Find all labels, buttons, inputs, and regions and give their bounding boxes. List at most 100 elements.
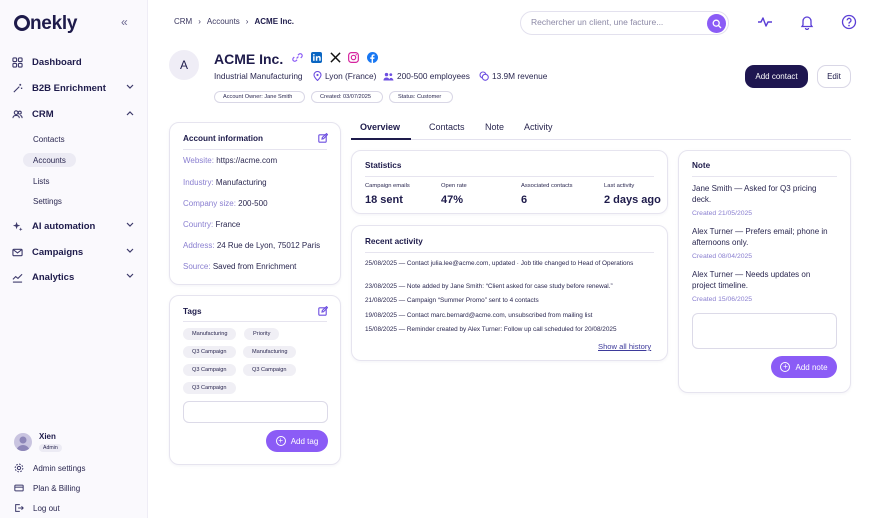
location-meta: Lyon (France): [313, 71, 376, 81]
nav-dashboard[interactable]: Dashboard: [12, 53, 136, 71]
tag-chip[interactable]: Q3 Campaign: [183, 346, 236, 358]
nav-label: Analytics: [32, 271, 75, 283]
tag-chip[interactable]: Q3 Campaign: [243, 364, 296, 376]
search-input[interactable]: [531, 17, 701, 27]
card-title: Tags: [183, 307, 202, 316]
logo[interactable]: nekly: [14, 13, 77, 35]
add-contact-button[interactable]: Add contact: [745, 65, 808, 88]
stat-label: Open rate: [441, 183, 467, 189]
collapse-sidebar-icon[interactable]: «: [121, 15, 128, 29]
stat-value: 2 days ago: [604, 194, 661, 206]
nav-label: Campaigns: [32, 246, 84, 258]
employees-text: 200-500 employees: [397, 71, 470, 81]
tab-contacts[interactable]: Contacts: [429, 122, 465, 132]
tabs-divider: [351, 139, 851, 140]
company-name: ACME Inc.: [214, 51, 284, 67]
breadcrumb-separator-icon: ›: [245, 17, 249, 26]
field-value: Manufacturing: [215, 178, 267, 187]
nav-campaigns[interactable]: Campaigns: [12, 243, 136, 261]
field-label: Source:: [183, 262, 211, 271]
activity-item: 21/08/2025 — Campaign “Summer Promo” sen…: [365, 297, 539, 304]
mail-icon: [12, 248, 23, 256]
search-bar: [520, 11, 729, 35]
search-icon: [712, 19, 721, 28]
logout-link[interactable]: Log out: [14, 501, 60, 515]
note-text: Alex Turner — Prefers email; phone in af…: [692, 227, 828, 247]
admin-settings-link[interactable]: Admin settings: [14, 461, 85, 475]
grid-icon: [12, 56, 23, 68]
tag-chip[interactable]: Manufacturing: [183, 328, 237, 340]
stat-label: Last activity: [604, 183, 635, 189]
user-name: Xien: [39, 432, 56, 441]
tab-overview[interactable]: Overview: [360, 122, 400, 132]
coins-icon: [479, 71, 489, 81]
sidebar-item-accounts[interactable]: Accounts: [23, 153, 76, 167]
tab-activity[interactable]: Activity: [524, 122, 553, 132]
logo-mark-icon: [14, 15, 30, 31]
sidebar-item-lists[interactable]: Lists: [23, 174, 59, 188]
chart-icon: [12, 273, 23, 283]
avatar[interactable]: [14, 433, 32, 451]
link-icon[interactable]: [292, 52, 303, 63]
plan-billing-link[interactable]: Plan & Billing: [14, 481, 80, 495]
sparkle-icon: [12, 221, 23, 231]
tag-chip[interactable]: Q3 Campaign: [183, 382, 236, 394]
help-icon[interactable]: [841, 14, 857, 30]
field-website: Website: https://acme.com: [183, 156, 277, 165]
activity-item: 19/08/2025 — Contact marc.bernard@acme.c…: [365, 312, 593, 319]
stat-label: Campaign emails: [365, 183, 410, 189]
breadcrumb-accounts[interactable]: Accounts: [207, 17, 240, 26]
note-text: Alex Turner — Needs updates on project t…: [692, 270, 811, 290]
tag-chip[interactable]: Priority: [244, 328, 280, 340]
linkedin-icon[interactable]: [311, 52, 322, 63]
chevron-up-icon: [126, 111, 134, 116]
stat-value: 6: [521, 194, 528, 206]
activity-item: 15/08/2025 — Reminder created by Alex Tu…: [365, 326, 617, 333]
industry-meta: Industrial Manufacturing: [214, 71, 303, 81]
tab-note[interactable]: Note: [485, 122, 504, 132]
nav-b2b-enrichment[interactable]: B2B Enrichment: [12, 79, 136, 97]
instagram-icon[interactable]: [348, 52, 359, 63]
edit-icon[interactable]: [318, 306, 328, 316]
breadcrumb: CRM › Accounts › ACME Inc.: [174, 17, 294, 26]
chevron-down-icon: [126, 222, 134, 227]
users-icon: [12, 109, 23, 118]
card-title: Account information: [183, 134, 264, 143]
tag-chip[interactable]: Manufacturing: [243, 346, 297, 358]
breadcrumb-crm[interactable]: CRM: [174, 17, 192, 26]
add-note-button[interactable]: + Add note: [771, 356, 837, 378]
nav-label: CRM: [32, 108, 54, 120]
edit-button[interactable]: Edit: [817, 65, 851, 88]
nav-label: Dashboard: [32, 56, 82, 68]
activity-pulse-icon[interactable]: [757, 14, 773, 30]
divider: [365, 176, 654, 177]
bell-icon[interactable]: [799, 14, 815, 30]
facebook-icon[interactable]: [367, 52, 378, 63]
nav-ai-automation[interactable]: AI automation: [12, 217, 136, 235]
magic-wand-icon: [13, 83, 23, 93]
revenue-text: 13.9M revenue: [492, 71, 548, 81]
x-twitter-icon[interactable]: [330, 52, 341, 63]
sidebar-item-settings[interactable]: Settings: [23, 194, 72, 208]
show-all-history-link[interactable]: Show all history: [598, 342, 651, 351]
credit-card-icon: [14, 484, 24, 492]
nav-label: B2B Enrichment: [32, 82, 106, 94]
stat-value: 47%: [441, 194, 464, 206]
nav-analytics[interactable]: Analytics: [12, 268, 136, 286]
search-button[interactable]: [707, 14, 726, 33]
edit-icon[interactable]: [318, 133, 328, 143]
role-badge: Admin: [39, 444, 62, 452]
tag-chip[interactable]: Q3 Campaign: [183, 364, 236, 376]
card-title: Note: [692, 161, 711, 170]
add-tag-button[interactable]: + Add tag: [266, 430, 328, 452]
sidebar-item-contacts[interactable]: Contacts: [23, 132, 75, 146]
activity-item: 25/08/2025 — Contact julia.lee@acme.com,…: [365, 260, 634, 267]
note-card: Note Jane Smith — Asked for Q3 pricing d…: [678, 150, 851, 393]
nav-crm[interactable]: CRM: [12, 105, 136, 123]
field-label: Address:: [183, 241, 215, 250]
note-date: Created 08/04/2025: [692, 253, 753, 260]
note-input[interactable]: [692, 313, 837, 349]
tag-input[interactable]: [183, 401, 328, 423]
add-note-label: Add note: [795, 362, 828, 372]
website-link[interactable]: https://acme.com: [216, 156, 277, 165]
